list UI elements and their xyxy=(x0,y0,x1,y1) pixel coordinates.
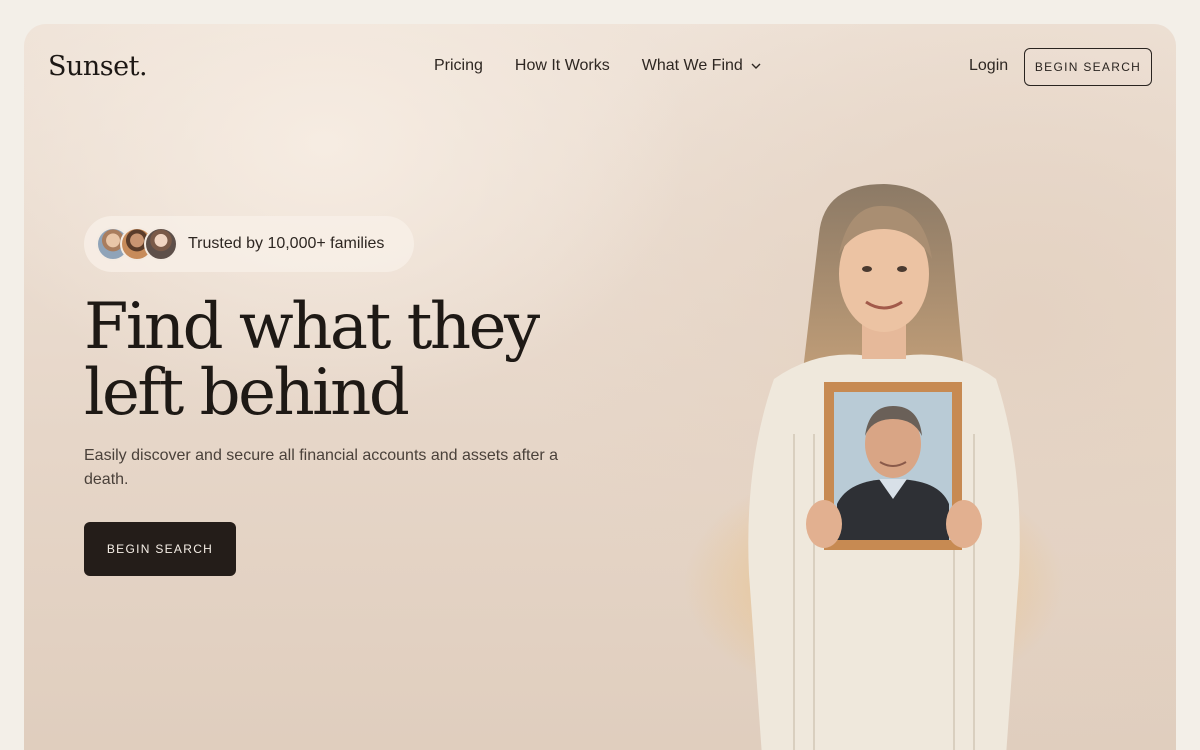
hero-headline: Find what they left behind xyxy=(84,294,604,426)
nav-link-what-we-find[interactable]: What We Find xyxy=(642,57,763,75)
trust-badge: Trusted by 10,000+ families xyxy=(84,216,414,272)
begin-search-hero-button[interactable]: BEGIN SEARCH xyxy=(84,522,236,576)
nav-links: Pricing How It Works What We Find xyxy=(434,57,763,75)
hero-photo xyxy=(684,184,1064,750)
nav-link-what-we-find-label: What We Find xyxy=(641,57,743,74)
brand-name: Sunset xyxy=(48,51,139,82)
avatar-group xyxy=(96,227,180,261)
login-link[interactable]: Login xyxy=(969,57,1008,75)
top-nav: Sunset. Pricing How It Works What We Fin… xyxy=(24,24,1176,110)
hero-subtitle: Easily discover and secure all financial… xyxy=(84,447,559,488)
brand-dot: . xyxy=(138,51,148,82)
nav-link-pricing[interactable]: Pricing xyxy=(434,57,483,75)
headline-line-1: Find what they xyxy=(84,290,540,364)
nav-link-how-it-works[interactable]: How It Works xyxy=(515,57,610,75)
begin-search-nav-button[interactable]: BEGIN SEARCH xyxy=(1024,48,1152,86)
avatar xyxy=(144,227,178,261)
hero-card: Sunset. Pricing How It Works What We Fin… xyxy=(24,24,1176,750)
chevron-down-icon xyxy=(751,63,761,69)
trust-text: Trusted by 10,000+ families xyxy=(188,235,385,252)
headline-line-2: left behind xyxy=(84,356,410,430)
brand-logo[interactable]: Sunset. xyxy=(48,51,148,82)
